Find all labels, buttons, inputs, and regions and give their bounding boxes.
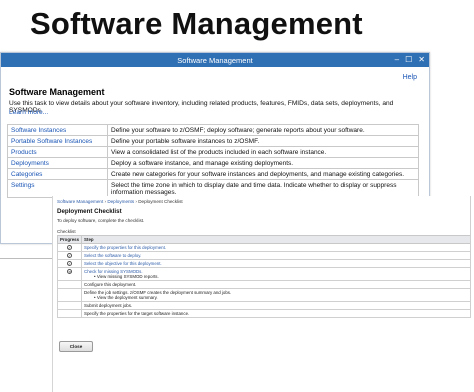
- table-row: ✓ Select the software to deploy.: [56, 251, 471, 260]
- table-row: Portable Software Instances Define your …: [7, 135, 419, 147]
- page-title: Deployment Checklist: [57, 208, 122, 215]
- step-text: Specify the properties for the target so…: [84, 311, 190, 316]
- step-substep: • View the deployment summary.: [94, 295, 158, 300]
- tasks-table: Software Instances Define your software …: [7, 124, 419, 198]
- task-description: Define your software to z/OSMF; deploy s…: [107, 124, 419, 136]
- deployment-checklist-window: Software Management › Deployments › Depl…: [52, 196, 472, 392]
- task-link-deployments[interactable]: Deployments: [7, 157, 108, 169]
- task-description: View a consolidated list of the products…: [107, 146, 419, 158]
- breadcrumb-deployments[interactable]: Deployments: [107, 199, 134, 204]
- checklist-label: Checklist: [57, 229, 76, 234]
- help-link[interactable]: Help: [403, 74, 417, 81]
- divider-line: [0, 258, 52, 259]
- breadcrumb-software-management[interactable]: Software Management: [57, 199, 103, 204]
- breadcrumb: Software Management › Deployments › Depl…: [57, 199, 183, 204]
- slide-title: Software Management: [30, 6, 363, 41]
- task-description: Create new categories for your software …: [107, 168, 419, 180]
- table-row: Submit deployment jobs.: [56, 301, 471, 310]
- minimize-icon[interactable]: –: [395, 53, 399, 67]
- check-icon: ✓: [67, 253, 73, 258]
- page-subtitle: To deploy software, complete the checkli…: [57, 218, 145, 223]
- table-row: ✓ Select the objective for this deployme…: [56, 259, 471, 268]
- learn-more-link[interactable]: Learn more...: [9, 109, 48, 116]
- window-controls: – ☐ ✕: [395, 53, 425, 67]
- table-row: Settings Select the time zone in which t…: [7, 179, 419, 198]
- table-row: Software Instances Define your software …: [7, 124, 419, 136]
- task-description: Deploy a software instance, and manage e…: [107, 157, 419, 169]
- table-row: Configure this deployment.: [56, 280, 471, 289]
- table-header-row: Progress Step: [56, 235, 471, 244]
- check-icon: ✓: [67, 261, 73, 266]
- step-text: Configure this deployment.: [84, 282, 137, 287]
- close-button[interactable]: Close: [59, 341, 93, 352]
- task-link-portable-software-instances[interactable]: Portable Software Instances: [7, 135, 108, 147]
- task-link-categories[interactable]: Categories: [7, 168, 108, 180]
- window-title: Software Management: [177, 55, 253, 65]
- task-description: Define your portable software instances …: [107, 135, 419, 147]
- table-row: ➜ Check for missing SYSMODs. • View miss…: [56, 267, 471, 281]
- close-icon[interactable]: ✕: [418, 53, 425, 67]
- step-link[interactable]: Select the software to deploy.: [84, 253, 141, 258]
- step-text: Submit deployment jobs.: [84, 303, 133, 308]
- table-row: Define the job settings. z/OSMF creates …: [56, 288, 471, 302]
- table-row: ✓ Specify the properties for this deploy…: [56, 243, 471, 252]
- check-icon: ✓: [67, 245, 73, 250]
- column-header-progress: Progress: [56, 235, 83, 244]
- current-step-icon: ➜: [67, 269, 73, 274]
- window-edge-line: [470, 196, 471, 316]
- table-row: Deployments Deploy a software instance, …: [7, 157, 419, 169]
- task-link-software-instances[interactable]: Software Instances: [7, 124, 108, 136]
- maximize-icon[interactable]: ☐: [405, 53, 412, 67]
- table-row: Specify the properties for the target so…: [56, 309, 471, 318]
- task-link-settings[interactable]: Settings: [7, 179, 108, 198]
- step-link[interactable]: Select the objective for this deployment…: [84, 261, 162, 266]
- table-row: Categories Create new categories for you…: [7, 168, 419, 180]
- checklist-table: Progress Step ✓ Specify the properties f…: [56, 235, 471, 318]
- step-link[interactable]: Specify the properties for this deployme…: [84, 245, 166, 250]
- page-description: Use this task to view details about your…: [9, 100, 394, 114]
- column-header-step: Step: [81, 235, 471, 244]
- step-substep: • View missing SYSMOD reports.: [94, 274, 159, 279]
- table-row: Products View a consolidated list of the…: [7, 146, 419, 158]
- window-title-bar: Software Management – ☐ ✕: [1, 53, 429, 67]
- task-description: Select the time zone in which to display…: [107, 179, 419, 198]
- page-heading: Software Management: [9, 87, 105, 97]
- breadcrumb-current: Deployment Checklist: [138, 199, 183, 204]
- task-link-products[interactable]: Products: [7, 146, 108, 158]
